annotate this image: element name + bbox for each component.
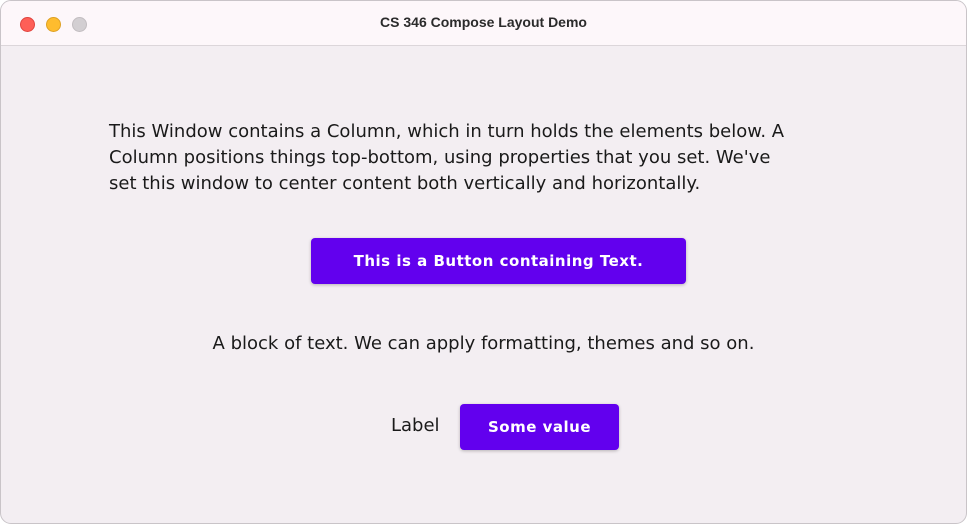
value-label: Label — [391, 415, 440, 436]
text-button[interactable]: This is a Button containing Text. — [311, 238, 686, 284]
title-bar[interactable]: CS 346 Compose Layout Demo — [1, 1, 966, 46]
intro-text: This Window contains a Column, which in … — [109, 121, 785, 194]
window-title: CS 346 Compose Layout Demo — [380, 14, 587, 30]
some-value-button-label: Some value — [487, 418, 592, 436]
text-button-label: This is a Button containing Text. — [353, 252, 644, 270]
block-text: A block of text. We can apply formatting… — [212, 333, 755, 354]
app-window: CS 346 Compose Layout Demo This Window c… — [0, 0, 967, 524]
some-value-button[interactable]: Some value — [460, 404, 619, 450]
main-column: This Window contains a Column, which in … — [1, 46, 966, 523]
